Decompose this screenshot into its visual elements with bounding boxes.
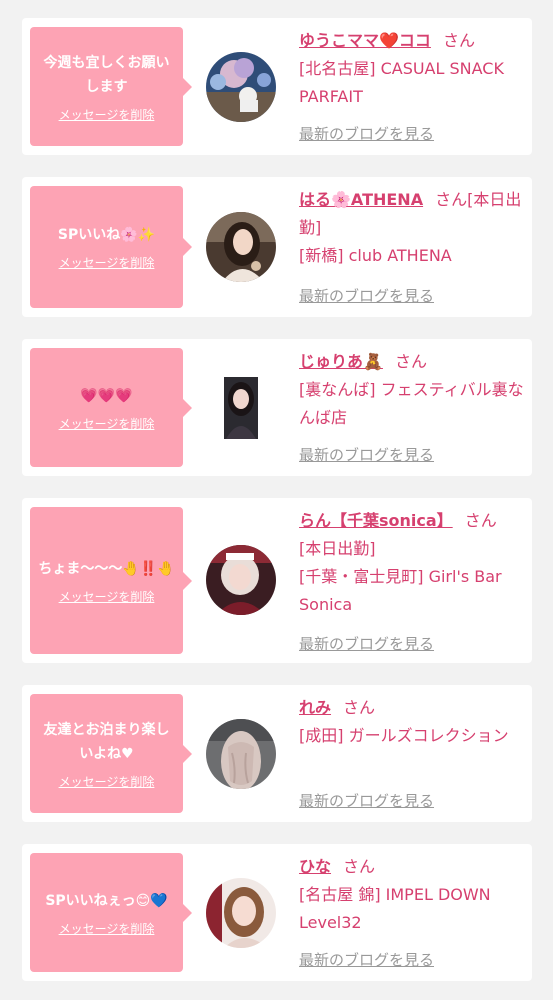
cast-info: ひな さん [名古屋 錦] IMPEL DOWN Level32 (299, 853, 524, 937)
cast-name-link[interactable]: はる🌸ATHENA (299, 190, 423, 209)
shop-info: [新橋] club ATHENA (299, 246, 452, 265)
cast-name-link[interactable]: ひな (299, 857, 331, 876)
avatar-image (206, 52, 276, 122)
latest-blog-link[interactable]: 最新のブログを見る (299, 444, 434, 465)
message-text: 今週も宜しくお願いします (43, 54, 170, 95)
cast-name-link[interactable]: らん【千葉sonica】 (299, 511, 453, 530)
message-text: SPいいね🌸✨ (57, 227, 156, 243)
message-card: SPいいね🌸✨ メッセージを削除 はる🌸ATHENA さん[本日出勤] [新橋] … (22, 177, 532, 317)
latest-blog-link[interactable]: 最新のブログを見る (299, 790, 434, 811)
message-bubble: SPいいねぇっ😊💙 メッセージを削除 (30, 853, 192, 972)
cast-name-link[interactable]: れみ (299, 698, 331, 717)
latest-blog-link[interactable]: 最新のブログを見る (299, 633, 434, 654)
avatar[interactable] (206, 878, 276, 948)
message-card: 今週も宜しくお願いします メッセージを削除 ゆうこママ❤️ココ さん [北名古屋]… (22, 18, 532, 155)
cast-info: れみ さん [成田] ガールズコレクション (299, 694, 524, 750)
shop-info: [成田] ガールズコレクション (299, 726, 509, 745)
message-text: SPいいねぇっ😊💙 (45, 892, 168, 909)
message-card: SPいいねぇっ😊💙 メッセージを削除 ひな さん [名古屋 錦] IMPEL DO… (22, 844, 532, 981)
avatar[interactable] (206, 719, 276, 789)
message-card: 友達とお泊まり楽しいよね♥ メッセージを削除 れみ さん [成田] ガールズコレク… (22, 685, 532, 822)
message-bubble: 今週も宜しくお願いします メッセージを削除 (30, 27, 192, 146)
honorific: さん (442, 31, 475, 50)
avatar-image (206, 719, 276, 789)
avatar[interactable] (206, 52, 276, 122)
delete-message-link[interactable]: メッセージを削除 (59, 921, 155, 937)
message-bubble: 友達とお泊まり楽しいよね♥ メッセージを削除 (30, 694, 192, 813)
message-bubble: SPいいね🌸✨ メッセージを削除 (30, 186, 192, 308)
latest-blog-link[interactable]: 最新のブログを見る (299, 285, 434, 306)
message-text: 💗💗💗 (80, 387, 133, 404)
avatar-image (224, 377, 258, 439)
honorific: さん (343, 698, 376, 717)
avatar-image (206, 878, 276, 948)
delete-message-link[interactable]: メッセージを削除 (59, 416, 155, 432)
avatar-image (206, 545, 276, 615)
shop-info: [名古屋 錦] IMPEL DOWN Level32 (299, 885, 491, 932)
message-bubble: 💗💗💗 メッセージを削除 (30, 348, 192, 467)
delete-message-link[interactable]: メッセージを削除 (59, 107, 155, 123)
latest-blog-link[interactable]: 最新のブログを見る (299, 123, 434, 144)
shop-info: [北名古屋] CASUAL SNACK PARFAIT (299, 59, 504, 106)
shop-info: [本日出勤] [千葉・富士見町] Girl's Bar Sonica (299, 539, 502, 614)
avatar[interactable] (206, 545, 276, 615)
delete-message-link[interactable]: メッセージを削除 (59, 255, 155, 271)
message-text: ちょま〜〜〜🤚‼️🤚 (38, 560, 175, 577)
honorific: さん (343, 857, 376, 876)
avatar[interactable] (224, 377, 258, 439)
message-text: 友達とお泊まり楽しいよね♥ (43, 721, 170, 762)
cast-name-link[interactable]: ゆうこママ❤️ココ (299, 31, 431, 50)
cast-info: はる🌸ATHENA さん[本日出勤] [新橋] club ATHENA (299, 186, 524, 270)
delete-message-link[interactable]: メッセージを削除 (59, 589, 155, 605)
message-card: 💗💗💗 メッセージを削除 じゅりあ🧸 さん [裏なんば] フェスティバル裏なんば店… (22, 339, 532, 476)
latest-blog-link[interactable]: 最新のブログを見る (299, 949, 434, 970)
cast-name-link[interactable]: じゅりあ🧸 (299, 352, 383, 371)
message-bubble: ちょま〜〜〜🤚‼️🤚 メッセージを削除 (30, 507, 192, 654)
cast-info: じゅりあ🧸 さん [裏なんば] フェスティバル裏なんば店 (299, 348, 524, 432)
delete-message-link[interactable]: メッセージを削除 (59, 774, 155, 790)
cast-info: ゆうこママ❤️ココ さん [北名古屋] CASUAL SNACK PARFAIT (299, 27, 524, 111)
avatar-image (206, 212, 276, 282)
cast-info: らん【千葉sonica】 さん [本日出勤] [千葉・富士見町] Girl's B… (299, 507, 524, 619)
honorific: さん (394, 352, 427, 371)
message-card: ちょま〜〜〜🤚‼️🤚 メッセージを削除 らん【千葉sonica】 さん [本日出勤… (22, 498, 532, 663)
honorific: さん (464, 511, 497, 530)
avatar[interactable] (206, 212, 276, 282)
shop-info: [裏なんば] フェスティバル裏なんば店 (299, 380, 524, 427)
